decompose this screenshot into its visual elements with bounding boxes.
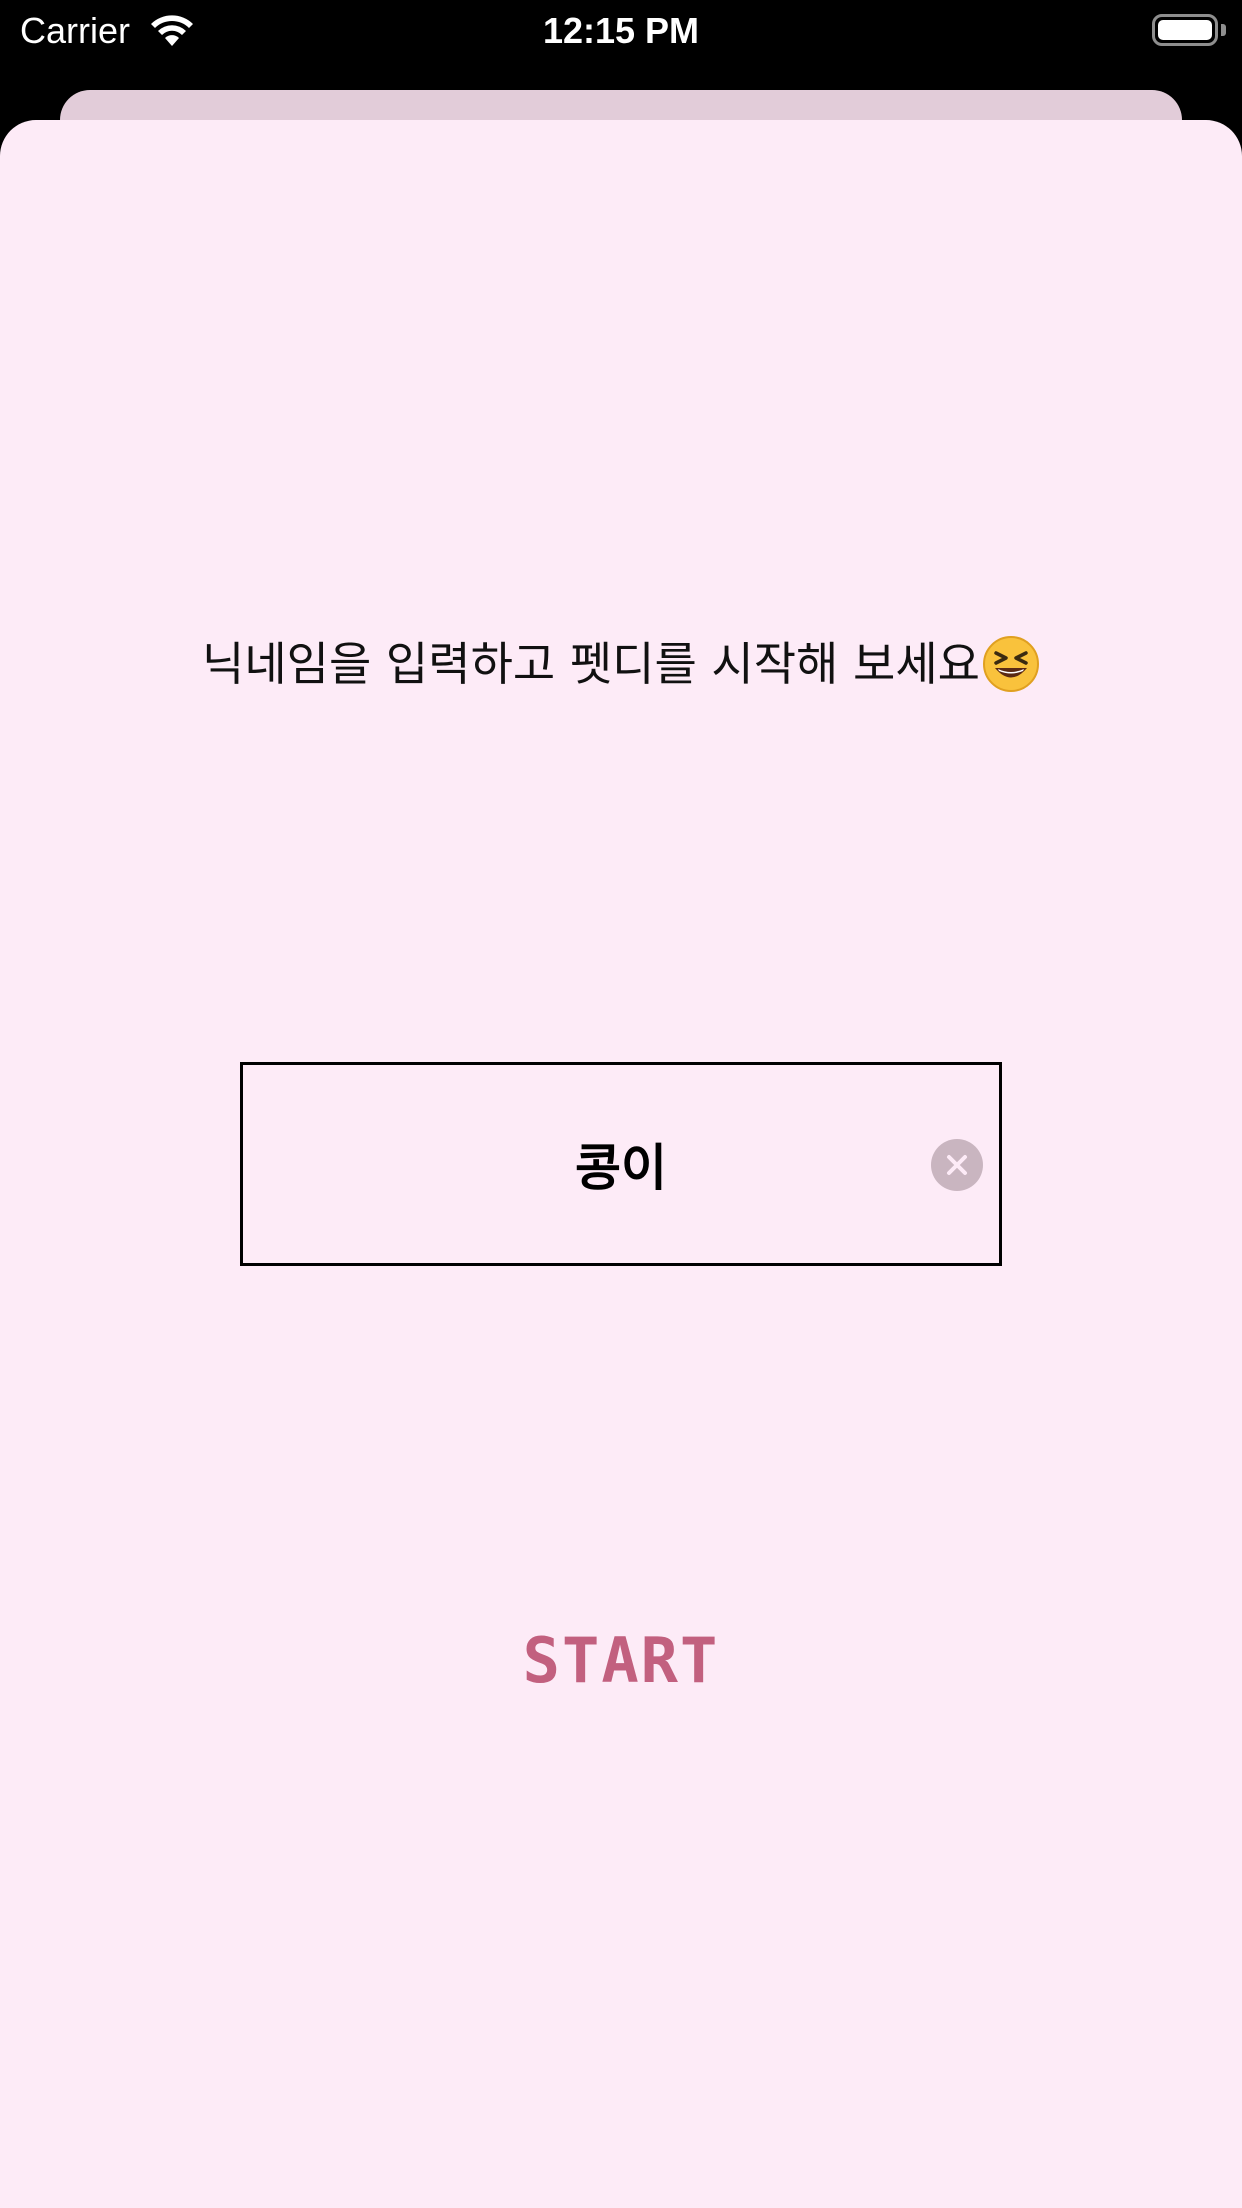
prompt-line: 닉네임을 입력하고 펫디를 시작해 보세요 xyxy=(0,628,1242,697)
nickname-input[interactable]: 콩이 xyxy=(240,1062,1002,1266)
close-icon xyxy=(947,1155,967,1175)
nickname-sheet: 닉네임을 입력하고 펫디를 시작해 보세요 콩이 START xyxy=(0,120,1242,2208)
grinning-squinting-face-icon xyxy=(982,635,1039,692)
battery-cap xyxy=(1221,24,1226,36)
status-time: 12:15 PM xyxy=(542,10,700,51)
screen: Carrier 12:15 PM 닉네임을 입력하고 펫디를 시작해 보세요 콩… xyxy=(0,0,1242,2208)
status-bar: Carrier 12:15 PM xyxy=(0,0,1242,64)
nickname-prompt: 닉네임을 입력하고 펫디를 시작해 보세요 xyxy=(202,637,980,691)
nickname-value: 콩이 xyxy=(575,1139,667,1197)
battery-icon xyxy=(1152,14,1218,46)
clear-input-button[interactable] xyxy=(931,1139,983,1191)
start-button[interactable]: START xyxy=(0,1624,1242,1697)
battery-level xyxy=(1158,20,1212,40)
